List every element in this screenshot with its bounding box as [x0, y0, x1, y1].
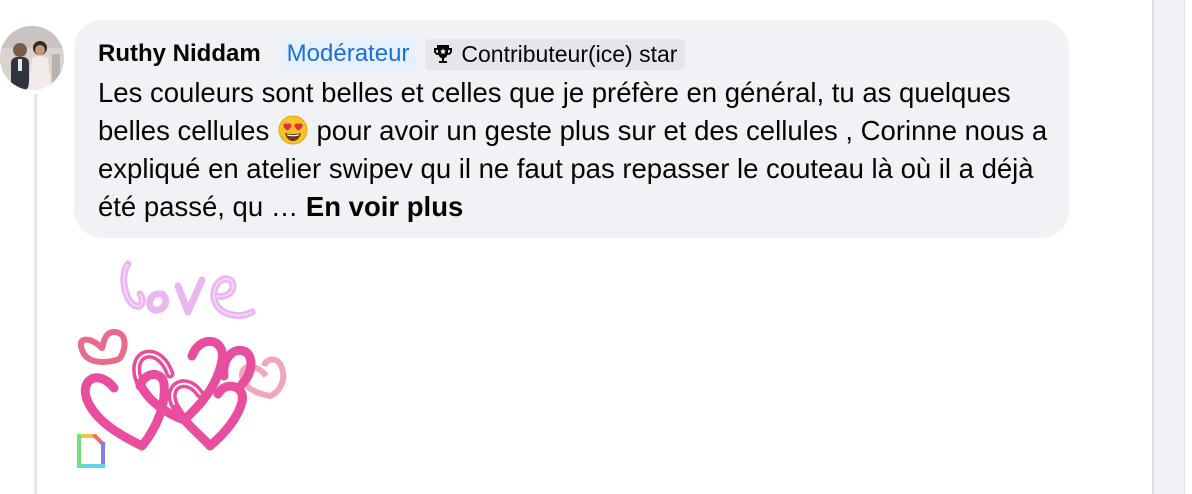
see-more-link[interactable]: En voir plus	[306, 191, 463, 222]
star-contributor-label: Contributeur(ice) star	[461, 40, 678, 67]
avatar[interactable]	[0, 26, 64, 90]
avatar-photo	[0, 26, 64, 90]
gif-file-glyph	[77, 433, 106, 468]
thread-connector-line	[34, 94, 37, 494]
right-side-panel	[1152, 0, 1192, 494]
sticker-image	[77, 260, 287, 451]
love-hearts-sticker[interactable]	[74, 254, 294, 474]
trophy-icon	[434, 45, 453, 63]
heart-eyes-emoji-icon	[278, 115, 308, 145]
comment-body: Les couleurs sont belles et celles que j…	[98, 74, 1048, 226]
comment-header: Ruthy Niddam Modérateur Contributeur(ice…	[98, 36, 1045, 72]
star-contributor-badge: Contributeur(ice) star	[425, 38, 686, 70]
author-name[interactable]: Ruthy Niddam	[98, 40, 261, 68]
moderator-badge: Modérateur	[280, 38, 416, 70]
right-panel-edge	[1184, 0, 1192, 494]
comment-bubble: Ruthy Niddam Modérateur Contributeur(ice…	[74, 20, 1069, 238]
gif-file-icon	[76, 433, 106, 470]
comment-thread: Ruthy Niddam Modérateur Contributeur(ice…	[0, 0, 1192, 494]
